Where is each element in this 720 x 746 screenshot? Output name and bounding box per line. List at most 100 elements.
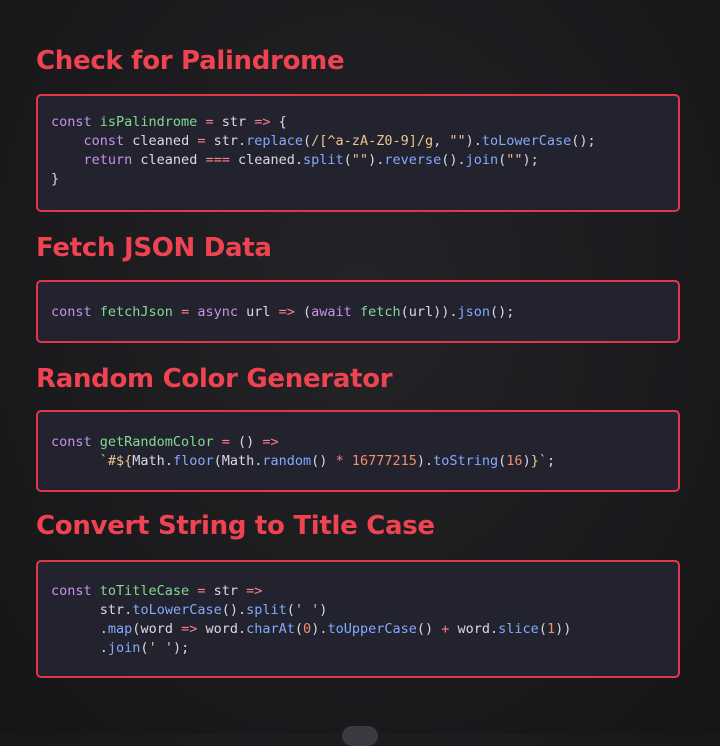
code-token: () — [311, 453, 336, 469]
code-token: word — [449, 621, 491, 637]
code-token: => — [172, 621, 206, 637]
code-token: (); — [490, 304, 515, 320]
code-token: ); — [172, 640, 190, 656]
code-token: = — [189, 133, 214, 149]
code-token: => — [262, 434, 279, 450]
code-token: . — [51, 621, 108, 637]
code-token: () — [237, 434, 263, 450]
code-token: async — [197, 304, 247, 320]
code-token: , — [433, 133, 450, 149]
code-token: ( — [140, 640, 149, 656]
code-token: () — [416, 621, 442, 637]
code-token: str — [213, 583, 238, 599]
code-token: json — [457, 304, 491, 320]
code-token: )) — [555, 621, 572, 637]
code-token: (); — [571, 133, 596, 149]
code-token: charAt — [246, 621, 295, 637]
code-token: ). — [465, 133, 482, 149]
code-token: 16 — [506, 453, 523, 469]
code-line: const getRandomColor = () => — [51, 433, 678, 452]
code-token: "" — [351, 152, 369, 168]
code-token: ( — [294, 621, 304, 637]
code-token: str — [213, 133, 238, 149]
code-line: } — [51, 170, 678, 189]
code-token: isPalindrome — [99, 114, 198, 130]
section-title-title-case: Convert String to Title Case — [36, 511, 435, 541]
code-line: `#${Math.floor(Math.random() * 16777215)… — [51, 452, 678, 471]
code-token: ). — [311, 621, 328, 637]
code-token: => — [270, 304, 304, 320]
code-token: toTitleCase — [99, 583, 190, 599]
code-token: toString — [433, 453, 499, 469]
code-token: 0 — [303, 621, 312, 637]
section-title-palindrome: Check for Palindrome — [36, 46, 345, 76]
code-token: . — [294, 152, 304, 168]
code-token: getRandomColor — [99, 434, 214, 450]
code-token: slice — [498, 621, 539, 637]
code-token: } — [51, 171, 60, 187]
code-token: const — [51, 434, 100, 450]
code-token: ; — [546, 453, 556, 469]
code-token: = — [197, 114, 222, 130]
code-token: url — [246, 304, 271, 320]
code-token: replace — [246, 133, 304, 149]
code-token: const — [51, 304, 100, 320]
code-token: await — [311, 304, 360, 320]
code-token: word — [205, 621, 238, 637]
code-token: split — [246, 602, 287, 618]
code-line: const isPalindrome = str => { — [51, 113, 678, 132]
code-token: = — [189, 583, 214, 599]
code-token: => — [237, 583, 263, 599]
code-token: fetch — [359, 304, 401, 320]
code-block-fetch-json: const fetchJson = async url => ( await fe… — [36, 280, 680, 343]
code-line: .map(word => word.charAt(0).toUpperCase(… — [51, 620, 678, 639]
code-token: = — [213, 434, 238, 450]
code-token: floor — [172, 453, 214, 469]
code-line: return cleaned === cleaned.split("").rev… — [51, 151, 678, 170]
code-token: `#${ — [99, 453, 133, 469]
scroll-indicator — [342, 726, 378, 746]
code-token: = — [172, 304, 198, 320]
code-token: ). — [368, 152, 385, 168]
code-token: "" — [506, 152, 523, 168]
code-token: split — [303, 152, 344, 168]
code-token: join — [465, 152, 499, 168]
code-token: random — [262, 453, 312, 469]
section-title-fetch-json: Fetch JSON Data — [36, 233, 272, 263]
code-token: ( — [400, 304, 409, 320]
code-token: Math — [221, 453, 255, 469]
code-token: reverse — [384, 152, 442, 168]
code-token: ) — [319, 602, 328, 618]
code-token: 16777215 — [343, 453, 417, 469]
section-title-random-color: Random Color Generator — [36, 364, 393, 394]
code-token: (). — [221, 602, 247, 618]
code-token: const — [83, 133, 133, 149]
code-token: cleaned — [237, 152, 295, 168]
code-token: fetchJson — [99, 304, 173, 320]
code-token: => — [246, 114, 279, 130]
code-token: toLowerCase — [132, 602, 222, 618]
code-token: . — [490, 621, 499, 637]
code-token: ' ' — [294, 602, 320, 618]
code-token: "" — [449, 133, 466, 149]
code-token: ' ' — [148, 640, 173, 656]
code-token: toLowerCase — [481, 133, 572, 149]
code-token: ) — [522, 453, 531, 469]
code-token: (). — [441, 152, 466, 168]
code-token: ( — [213, 453, 222, 469]
code-token: * — [335, 453, 344, 469]
code-token: ( — [343, 152, 352, 168]
code-token: }` — [530, 453, 547, 469]
code-token: { — [278, 114, 287, 130]
code-token: str — [221, 114, 247, 130]
code-token: ( — [538, 621, 547, 637]
code-token: cleaned — [132, 133, 190, 149]
code-token: toUpperCase — [327, 621, 417, 637]
code-token: ); — [522, 152, 539, 168]
code-token: === — [197, 152, 238, 168]
code-token: cleaned — [140, 152, 198, 168]
code-token: join — [107, 640, 141, 656]
code-line: const toTitleCase = str => — [51, 582, 678, 601]
